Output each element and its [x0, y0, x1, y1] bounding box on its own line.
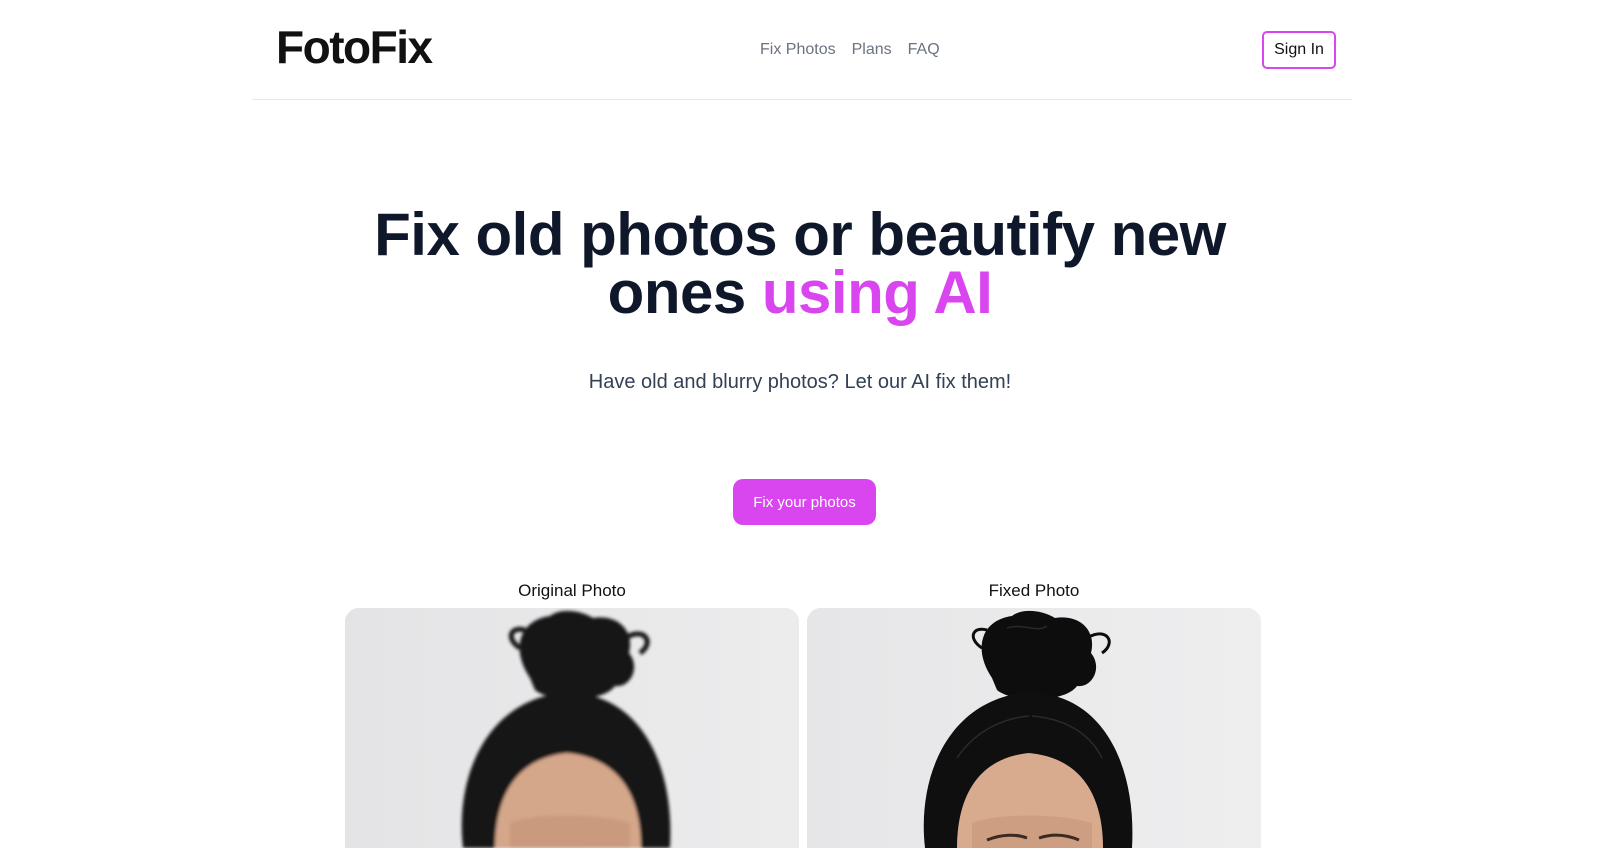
original-photo	[345, 608, 799, 848]
main-nav: Fix Photos Plans FAQ	[760, 38, 940, 62]
fixed-photo	[807, 608, 1261, 848]
site-header: FotoFix Fix Photos Plans FAQ Sign In	[252, 0, 1352, 100]
original-photo-column: Original Photo	[345, 580, 799, 848]
fixed-photo-label: Fixed Photo	[988, 581, 1080, 600]
logo[interactable]: FotoFix	[276, 22, 433, 73]
fix-photos-button[interactable]: Fix your photos	[733, 479, 876, 525]
sign-in-button[interactable]: Sign In	[1262, 31, 1336, 69]
hero-title: Fix old photos or beautify new ones usin…	[300, 205, 1300, 323]
hero-title-accent: using AI	[761, 259, 993, 326]
original-photo-label: Original Photo	[518, 581, 626, 600]
fixed-photo-column: Fixed Photo	[807, 580, 1261, 848]
nav-fix-photos[interactable]: Fix Photos	[760, 38, 836, 62]
nav-faq[interactable]: FAQ	[908, 38, 940, 62]
nav-plans[interactable]: Plans	[852, 38, 892, 62]
hero-subtitle: Have old and blurry photos? Let our AI f…	[588, 371, 1012, 393]
